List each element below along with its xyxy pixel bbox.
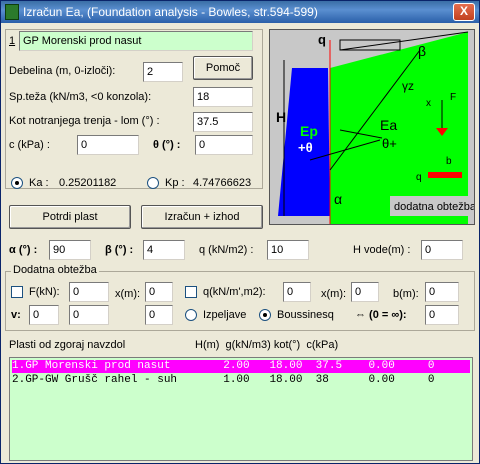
boussinesq-label: Boussinesq <box>277 309 334 321</box>
diagram-q: q <box>318 32 326 47</box>
wall-diagram: q β γz H Ep +θ Ea θ+ α F x b q dodatna o… <box>269 29 477 225</box>
equiv-input[interactable]: 0 <box>425 305 459 325</box>
beta-input[interactable]: 4 <box>143 240 185 260</box>
layer-index: 1 <box>9 35 16 47</box>
diagram-f: F <box>450 92 456 103</box>
ka-radio[interactable] <box>11 177 23 189</box>
diagram-theta-plus: θ+ <box>382 136 397 151</box>
beta-label: β (°) : <box>105 244 134 256</box>
close-button[interactable]: X <box>453 3 475 21</box>
kp-label: Kp : <box>165 177 185 189</box>
dodatna-title: Dodatna obtežba <box>11 264 99 276</box>
diagram-gamma-z: γz <box>402 79 414 93</box>
q-dodatna-label: q(kN/m',m2): <box>203 286 266 298</box>
x1-label: x(m): <box>115 288 141 300</box>
f-input[interactable]: 0 <box>69 282 109 302</box>
pomoc-button[interactable]: Pomoč <box>193 56 253 80</box>
spteza-label: Sp.teža (kN/m3, <0 konzola): <box>9 91 152 103</box>
diagram-ea: Ea <box>380 117 397 133</box>
debelina-input[interactable]: 2 <box>143 62 183 82</box>
x2-input[interactable]: 0 <box>351 282 379 302</box>
debelina-label: Debelina (m, 0-izloči): <box>9 65 116 77</box>
table-title: Plasti od zgoraj navzdol <box>9 339 126 351</box>
izracun-izhod-button[interactable]: Izračun + izhod <box>141 205 263 229</box>
x1-input[interactable]: 0 <box>145 282 173 302</box>
diagram-x: x <box>426 98 431 109</box>
v-input-2[interactable]: 0 <box>69 305 109 325</box>
layers-list[interactable]: 1.GP Morenski prod nasut 2.00 18.00 37.5… <box>9 357 473 461</box>
x2-label: x(m): <box>321 288 347 300</box>
kp-radio[interactable] <box>147 177 159 189</box>
f-label: F(kN): <box>29 286 60 298</box>
hvode-label: H vode(m) : <box>353 244 411 256</box>
f-checkbox[interactable] <box>11 286 23 298</box>
kp-value: 4.74766623 <box>193 177 252 189</box>
theta-input[interactable]: 0 <box>195 135 253 155</box>
alpha-label: α (°) : <box>9 244 38 256</box>
spteza-input[interactable]: 18 <box>193 87 253 107</box>
alpha-input[interactable]: 90 <box>49 240 91 260</box>
hvode-input[interactable]: 0 <box>421 240 463 260</box>
b-label: b(m): <box>393 288 419 300</box>
diagram-h: H <box>276 109 286 125</box>
diagram-ep: Ep <box>300 123 318 139</box>
c-input[interactable]: 0 <box>77 135 139 155</box>
diagram-b: b <box>446 156 452 167</box>
title-bar[interactable]: Izračun Ea, (Foundation analysis - Bowle… <box>1 1 479 23</box>
list-item[interactable]: 1.GP Morenski prod nasut 2.00 18.00 37.5… <box>12 360 470 373</box>
ka-value: 0.25201182 <box>59 177 117 189</box>
diagram-q-small: q <box>416 172 422 183</box>
q-label: q (kN/m2) : <box>199 244 254 256</box>
b-input[interactable]: 0 <box>425 282 459 302</box>
diagram-alpha: α <box>334 191 342 207</box>
main-window: Izračun Ea, (Foundation analysis - Bowle… <box>0 0 480 464</box>
ka-label: Ka : <box>29 177 49 189</box>
diagram-beta: β <box>418 43 426 59</box>
theta-label: θ (°) : <box>153 139 181 151</box>
table-columns: H(m) g(kN/m3) kot(°) c(kPa) <box>195 339 339 351</box>
list-item[interactable]: 2.GP-GW Grušč rahel - suh 1.00 18.00 38 … <box>12 374 470 387</box>
equiv-label: ⇔ (0 = ∞): <box>355 309 407 321</box>
layer-group <box>5 29 263 189</box>
v-input-1[interactable]: 0 <box>29 305 59 325</box>
diagram-plus-theta: +θ <box>298 140 313 155</box>
kot-label: Kot notranjega trenja - lom (°) : <box>9 115 160 127</box>
diagram-dodatna: dodatna obtežba <box>394 201 474 213</box>
c-label: c (kPa) : <box>9 139 50 151</box>
kot-input[interactable]: 37.5 <box>193 112 253 132</box>
v-label: v: <box>11 309 21 321</box>
window-title: Izračun Ea, (Foundation analysis - Bowle… <box>23 5 318 19</box>
q-input[interactable]: 10 <box>267 240 309 260</box>
app-icon <box>5 4 19 20</box>
izpeljave-label: Izpeljave <box>203 309 247 321</box>
potrdi-plast-button[interactable]: Potrdi plast <box>9 205 131 229</box>
q-dodatna-input[interactable]: 0 <box>283 282 311 302</box>
izpeljave-radio[interactable] <box>185 309 197 321</box>
layer-name-input[interactable]: GP Morenski prod nasut <box>19 31 253 51</box>
boussinesq-radio[interactable] <box>259 309 271 321</box>
wall-diagram-svg: q β γz H Ep +θ Ea θ+ α F x b q dodatna o… <box>276 31 477 224</box>
q-checkbox[interactable] <box>185 286 197 298</box>
v-input-3[interactable]: 0 <box>145 305 173 325</box>
